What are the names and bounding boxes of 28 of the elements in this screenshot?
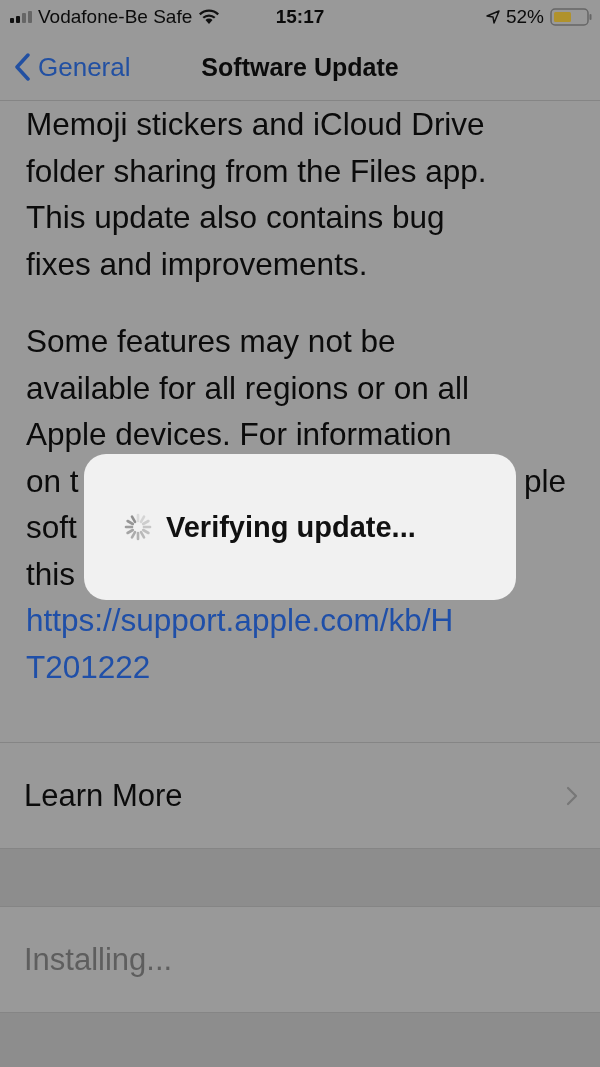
body-text: Memoji stickers and iCloud Drive xyxy=(26,105,485,144)
body-text: folder sharing from the Files app. xyxy=(26,151,487,191)
signal-icon xyxy=(10,11,32,23)
body-text: ple xyxy=(523,461,566,501)
body-text: Some features may not be xyxy=(26,322,396,361)
spinner-icon xyxy=(122,511,154,543)
status-text: Installing... xyxy=(24,941,173,978)
back-button[interactable]: General xyxy=(0,51,131,83)
support-link[interactable]: T201222 xyxy=(26,643,151,690)
body-text: on t xyxy=(26,461,79,501)
wifi-icon xyxy=(198,9,221,25)
body-text: available for all regions or on all xyxy=(26,368,469,408)
carrier-name: Vodafone-Be Safe xyxy=(38,6,193,28)
dialog-message: Verifying update... xyxy=(166,510,416,544)
body-text: Apple devices. For information xyxy=(26,415,452,454)
body-text: soft xyxy=(26,508,77,547)
battery-percentage: 52% xyxy=(505,6,544,28)
chevron-right-icon xyxy=(566,785,578,806)
chevron-left-icon xyxy=(14,53,30,81)
battery-icon xyxy=(550,8,592,26)
location-arrow-icon xyxy=(485,10,500,24)
learn-more-link[interactable]: Learn More xyxy=(24,777,183,814)
body-text: This update also contains bug xyxy=(26,198,445,237)
clock-time: 15:17 xyxy=(275,6,325,28)
body-text: this xyxy=(26,554,76,594)
body-text: fixes and improvements. xyxy=(26,244,368,284)
support-link[interactable]: https://support.apple.com/kb/H xyxy=(26,597,454,644)
nav-title: Software Update xyxy=(201,52,399,82)
